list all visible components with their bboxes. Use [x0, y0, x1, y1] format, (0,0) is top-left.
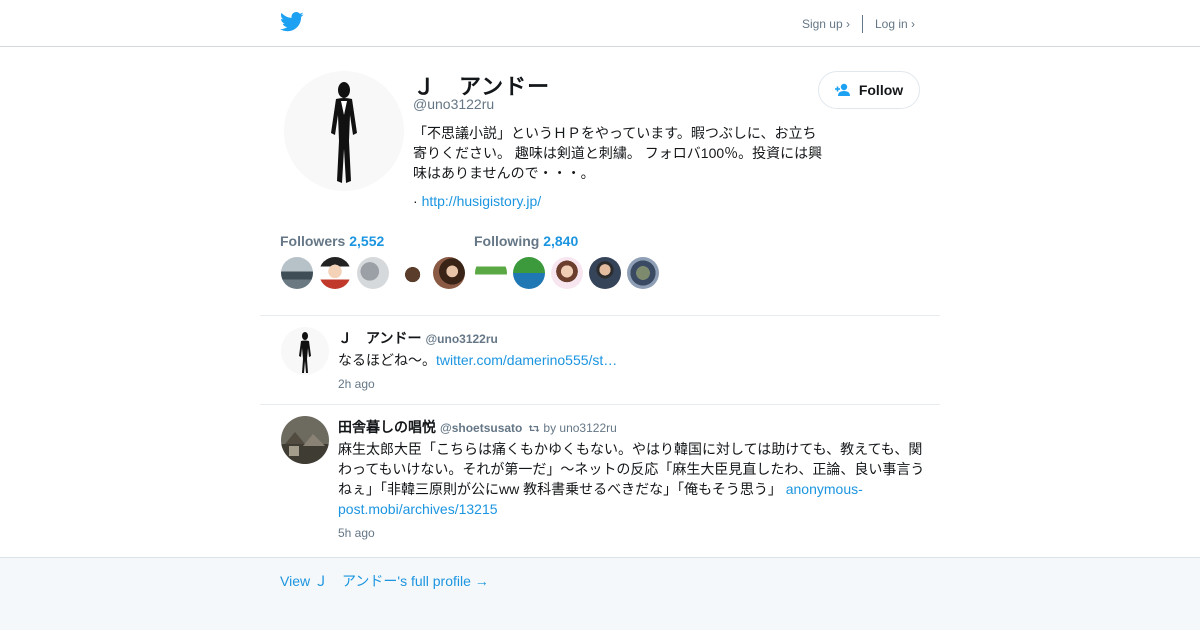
following-avatar[interactable] — [589, 257, 621, 289]
tweet-header: 田舎暮しの唱悦 @shoetsusato by uno3122ru — [338, 417, 617, 437]
profile-bio: 「不思議小説」というＨＰをやっています。暇つぶしに、お立ち寄りください。 趣味は… — [413, 125, 823, 181]
followers-count: 2,552 — [349, 233, 385, 249]
following-avatar[interactable] — [627, 257, 659, 289]
tweet-text: なるほどね～。twitter.com/damerino555/st… — [338, 350, 930, 370]
retweet-indicator: by uno3122ru — [528, 421, 617, 435]
follower-avatar[interactable] — [433, 257, 465, 289]
following-stat[interactable]: Following 2,840 — [474, 233, 578, 249]
tweet-author-avatar[interactable] — [281, 327, 329, 375]
profile-website-link[interactable]: http://husigistory.jp/ — [422, 193, 542, 209]
follower-avatar[interactable] — [395, 257, 427, 289]
following-avatars — [475, 257, 659, 289]
followers-avatars — [281, 257, 465, 289]
following-label: Following — [474, 233, 540, 249]
login-link[interactable]: Log in › — [875, 17, 915, 31]
profile-url: · http://husigistory.jp/ — [413, 193, 541, 209]
following-count: 2,840 — [543, 233, 579, 249]
profile-card: Ｊ アンドー @uno3122ru Follow 「不思議小説」というＨＰをやっ… — [0, 47, 1200, 558]
follower-avatar[interactable] — [319, 257, 351, 289]
full-profile-link[interactable]: View Ｊ アンドー's full profile → — [280, 571, 489, 591]
followers-label: Followers — [280, 233, 346, 249]
tweet-timestamp[interactable]: 5h ago — [338, 526, 375, 540]
tweet-author-name[interactable]: Ｊ アンドー — [338, 330, 421, 346]
auth-links: Sign up › Log in › — [802, 15, 915, 33]
follow-button-label: Follow — [858, 82, 904, 98]
village-photo-image — [281, 416, 329, 464]
tweet-timestamp[interactable]: 2h ago — [338, 377, 375, 391]
profile-avatar[interactable] — [284, 71, 404, 191]
tweet-author-handle[interactable]: @shoetsusato — [440, 421, 522, 435]
retweet-by: by uno3122ru — [543, 421, 617, 435]
auth-divider — [861, 15, 863, 33]
section-divider — [260, 315, 940, 316]
followers-stat[interactable]: Followers 2,552 — [280, 233, 384, 249]
signup-link[interactable]: Sign up › — [802, 17, 850, 31]
top-bar: Sign up › Log in › — [0, 0, 1200, 47]
following-avatar[interactable] — [475, 257, 507, 289]
tweet-body: なるほどね～。 — [338, 352, 436, 368]
follow-button[interactable]: Follow — [818, 71, 920, 109]
following-avatar[interactable] — [551, 257, 583, 289]
tweet-text: 麻生太郎大臣「こちらは痛くもかゆくもない。やはり韓国に対しては助けても、教えても… — [338, 439, 930, 519]
silhouette-man-image — [331, 82, 357, 183]
follower-avatar[interactable] — [357, 257, 389, 289]
silhouette-man-image — [299, 332, 311, 373]
tweet-author-avatar[interactable] — [281, 416, 329, 464]
tweet-header: Ｊ アンドー @uno3122ru — [338, 328, 498, 348]
twitter-bird-icon[interactable] — [280, 11, 304, 33]
tweet-author-handle[interactable]: @uno3122ru — [425, 332, 497, 346]
tweet-divider — [260, 404, 940, 405]
add-user-icon — [834, 83, 850, 96]
url-prefix: · — [413, 193, 418, 209]
retweet-icon — [528, 425, 540, 432]
tweet-author-name[interactable]: 田舎暮しの唱悦 — [338, 419, 436, 435]
follower-avatar[interactable] — [281, 257, 313, 289]
tweet-link[interactable]: twitter.com/damerino555/st… — [436, 352, 617, 368]
profile-handle[interactable]: @uno3122ru — [413, 96, 494, 112]
following-avatar[interactable] — [513, 257, 545, 289]
